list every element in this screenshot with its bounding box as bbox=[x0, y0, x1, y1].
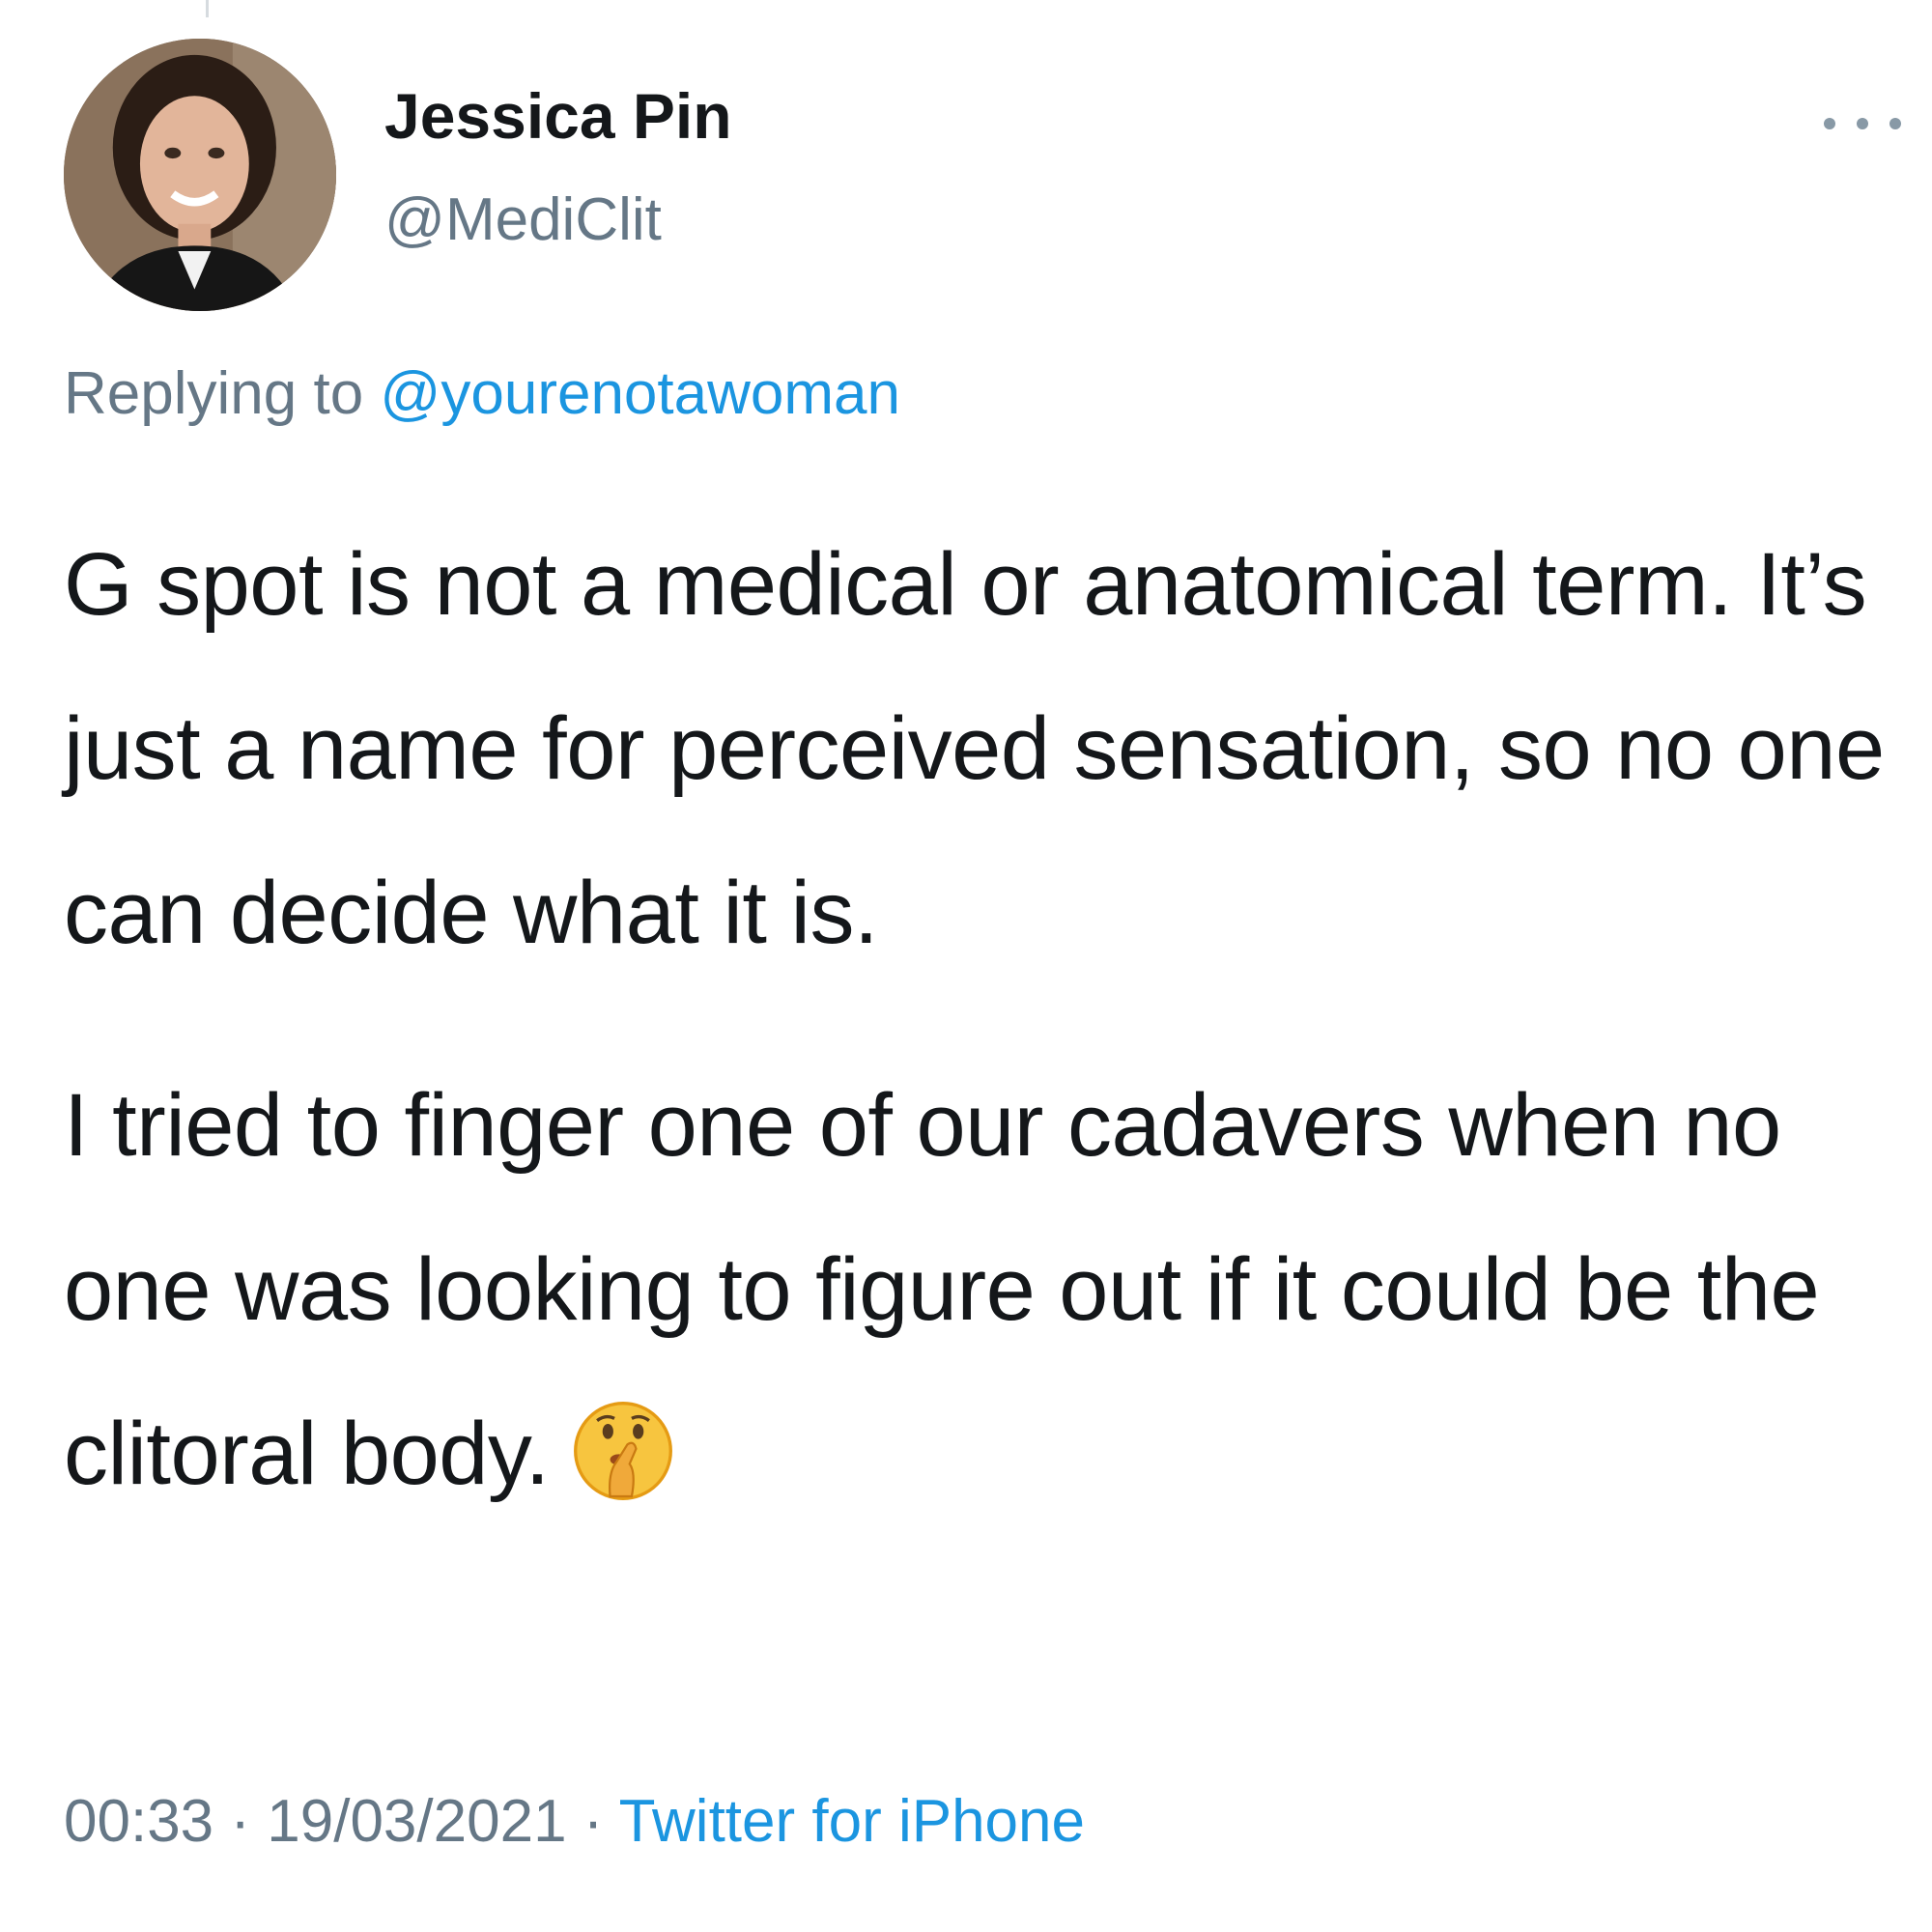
dot bbox=[1857, 118, 1868, 129]
tweet-paragraph-2-text: I tried to finger one of our cadavers wh… bbox=[64, 1076, 1820, 1503]
tweet-date[interactable]: 19/03/2021 bbox=[267, 1788, 566, 1855]
profile-photo bbox=[64, 39, 336, 311]
reply-mention-link[interactable]: @yourenotawoman bbox=[380, 360, 900, 427]
tweet-paragraph-1: G spot is not a medical or anatomical te… bbox=[64, 535, 1885, 962]
reply-context: Replying to @yourenotawoman bbox=[64, 359, 900, 428]
shushing-face-icon bbox=[569, 1397, 677, 1505]
tweet-source-link[interactable]: Twitter for iPhone bbox=[619, 1788, 1085, 1855]
separator: · bbox=[566, 1788, 619, 1855]
separator: · bbox=[213, 1788, 268, 1855]
dot bbox=[1824, 118, 1835, 129]
tweet-text: G spot is not a medical or anatomical te… bbox=[64, 502, 1918, 1536]
reply-prefix: Replying to bbox=[64, 360, 381, 427]
ellipsis-icon[interactable] bbox=[1824, 104, 1901, 143]
tweet-metadata: 00:33 · 19/03/2021 · Twitter for iPhone bbox=[64, 1787, 1085, 1856]
tweet-paragraph-2: I tried to finger one of our cadavers wh… bbox=[64, 1043, 1918, 1536]
thread-connector-line bbox=[206, 0, 209, 17]
dot bbox=[1889, 118, 1901, 129]
display-name[interactable]: Jessica Pin bbox=[384, 79, 732, 153]
avatar[interactable] bbox=[64, 39, 336, 311]
tweet-time[interactable]: 00:33 bbox=[64, 1788, 213, 1855]
user-handle[interactable]: @MediClit bbox=[384, 185, 662, 254]
